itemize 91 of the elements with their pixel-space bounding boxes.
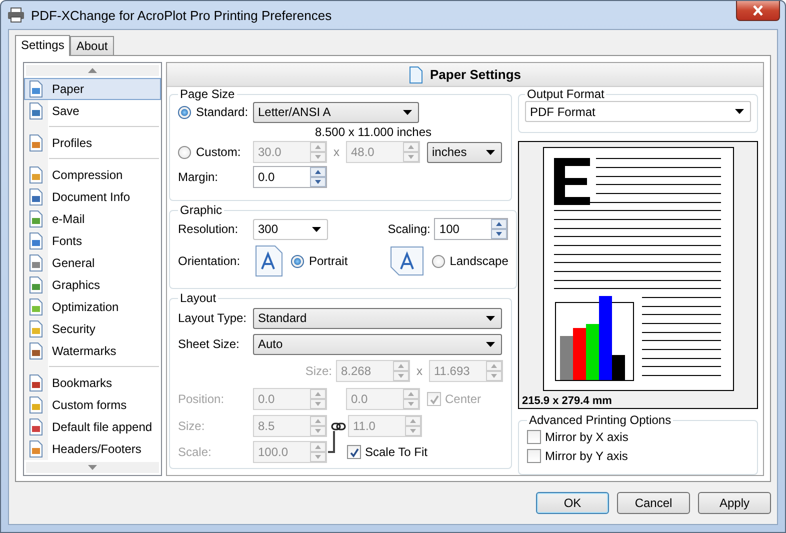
caret-icon xyxy=(403,110,412,114)
times-sign: x xyxy=(332,145,340,159)
field-label: Scaling: xyxy=(388,222,430,236)
caret-icon xyxy=(735,109,744,114)
page-icon xyxy=(28,418,44,436)
dropdown[interactable]: PDF Format xyxy=(525,101,751,122)
group-title: Graphic xyxy=(179,203,224,217)
dialog-button[interactable]: OK xyxy=(536,492,609,514)
field-label: Orientation: xyxy=(178,254,242,268)
page-icon xyxy=(28,210,44,228)
spinner-icon[interactable] xyxy=(491,219,508,239)
radio-button[interactable]: Landscape xyxy=(432,254,508,268)
chain-link-icon[interactable] xyxy=(331,422,346,430)
category-item[interactable]: Document Info xyxy=(24,186,161,208)
field-label: Size: xyxy=(305,364,332,378)
dropdown[interactable]: Auto xyxy=(253,334,502,354)
page-icon xyxy=(28,276,44,294)
page-icon xyxy=(28,374,44,392)
category-item[interactable]: Bookmarks xyxy=(24,372,161,394)
page-icon xyxy=(28,134,44,152)
field-label: Position: xyxy=(178,392,226,406)
category-item[interactable]: Fonts xyxy=(24,230,161,252)
paper-size-text: 215.9 x 279.4 mm xyxy=(522,395,612,407)
field-label: Scale: xyxy=(178,445,212,459)
section-header: Paper Settings xyxy=(167,63,763,87)
check-icon xyxy=(348,446,360,458)
category-item[interactable]: Compression xyxy=(24,164,161,186)
dropdown[interactable]: Standard xyxy=(253,308,502,328)
window-title: PDF-XChange for AcroPlot Pro Printing Preferences xyxy=(31,8,332,22)
dialog-button[interactable]: Apply xyxy=(698,492,771,514)
checkbox[interactable]: Scale To Fit xyxy=(347,445,428,459)
caret-icon xyxy=(486,316,495,320)
category-item[interactable]: Save xyxy=(24,100,161,122)
group-title: Output Format xyxy=(526,87,606,101)
caret-icon xyxy=(486,342,495,346)
page-icon xyxy=(28,396,44,414)
dimensions-text: 8.500 x 11.000 inches xyxy=(315,125,432,139)
spin-field[interactable]: 100 xyxy=(434,218,508,240)
page-icon xyxy=(28,440,44,458)
close-button[interactable] xyxy=(736,1,780,21)
page-icon xyxy=(408,66,423,84)
category-item[interactable]: Paper xyxy=(24,78,161,100)
page-icon xyxy=(28,188,44,206)
page-icon xyxy=(28,232,44,250)
portrait-page-icon xyxy=(255,245,283,277)
page-icon xyxy=(28,342,44,360)
dropdown[interactable]: 300 xyxy=(253,218,328,240)
dropdown[interactable]: Letter/ANSI A xyxy=(253,102,419,122)
group-title: Advanced Printing Options xyxy=(528,413,672,427)
landscape-page-icon xyxy=(390,246,424,276)
field-label: Size: xyxy=(178,419,206,433)
page-icon xyxy=(28,298,44,316)
check-icon xyxy=(428,394,440,404)
page-icon xyxy=(28,166,44,184)
radio-button[interactable]: Standard: xyxy=(178,105,253,119)
category-item[interactable]: Default file append xyxy=(24,416,161,438)
category-item[interactable]: Profiles xyxy=(24,132,161,154)
radio-button[interactable]: Portrait xyxy=(291,254,348,268)
category-item[interactable]: e-Mail xyxy=(24,208,161,230)
category-item[interactable]: Graphics xyxy=(24,274,161,296)
link-bracket xyxy=(327,431,337,455)
caret-icon xyxy=(312,226,321,232)
category-item[interactable]: Custom forms xyxy=(24,394,161,416)
group-title: Layout xyxy=(179,291,218,305)
scroll-down-icon xyxy=(88,465,97,470)
field-label: Sheet Size: xyxy=(178,337,240,351)
checkbox[interactable]: Mirror by X axis xyxy=(527,427,749,446)
checkbox[interactable]: Mirror by Y axis xyxy=(527,446,749,465)
field-label: Layout Type: xyxy=(178,311,248,325)
category-item[interactable]: Optimization xyxy=(24,296,161,318)
category-item[interactable]: Security xyxy=(24,318,161,340)
dialog-button[interactable]: Cancel xyxy=(617,492,690,514)
group-title: Page Size xyxy=(179,87,236,101)
page-icon xyxy=(28,80,44,98)
tab[interactable]: About xyxy=(70,36,114,55)
printer-icon xyxy=(7,7,25,23)
tab[interactable]: Settings xyxy=(15,35,70,56)
category-item[interactable]: General xyxy=(24,252,161,274)
spin-field[interactable]: 0.0 xyxy=(253,166,327,188)
category-item[interactable]: Watermarks xyxy=(24,340,161,362)
close-icon xyxy=(752,5,764,16)
page-icon xyxy=(28,254,44,272)
scroll-up-icon xyxy=(88,68,97,73)
page-icon xyxy=(28,102,44,120)
field-label: Margin: xyxy=(178,170,220,184)
spinner-icon[interactable] xyxy=(310,167,326,187)
caret-icon xyxy=(486,150,495,154)
category-item[interactable]: Headers/Footers xyxy=(24,438,161,460)
page-icon xyxy=(28,320,44,338)
field-label: Resolution: xyxy=(178,222,240,236)
times-sign: x xyxy=(416,364,424,378)
